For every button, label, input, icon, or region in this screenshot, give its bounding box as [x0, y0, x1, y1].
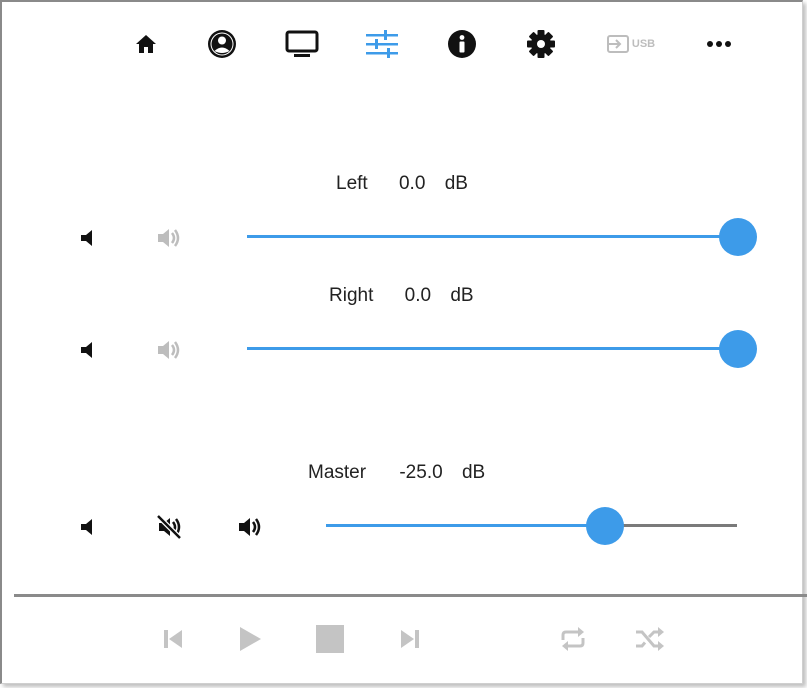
channel-name: Right [329, 285, 374, 306]
play-button[interactable] [235, 622, 265, 656]
slider-fill [247, 347, 738, 350]
nav-info[interactable] [445, 24, 479, 64]
channel-unit: dB [461, 462, 486, 483]
gear-icon [527, 30, 555, 58]
channel-unit: dB [450, 285, 474, 306]
slider-thumb[interactable] [719, 218, 757, 256]
info-icon [448, 30, 476, 58]
channel-name: Left [336, 173, 368, 194]
right-volume-up-button[interactable] [151, 332, 187, 368]
right-channel-label: Right 0.0 dB [329, 285, 474, 307]
repeat-button[interactable] [556, 622, 590, 656]
channel-value: -25.0 [399, 462, 443, 483]
next-icon [401, 630, 419, 648]
top-nav: USB [0, 24, 807, 64]
volume-low-icon [81, 519, 92, 535]
monitor-icon [285, 30, 319, 57]
slider-thumb[interactable] [719, 330, 757, 368]
channel-unit: dB [444, 173, 468, 194]
transport-divider [14, 594, 807, 597]
right-volume-down-button[interactable] [70, 332, 106, 368]
nav-display[interactable] [284, 24, 320, 64]
stop-icon [316, 625, 344, 653]
home-icon [136, 35, 156, 53]
previous-icon [164, 630, 182, 648]
master-label: Master -25.0 dB [308, 462, 485, 484]
nav-more[interactable] [705, 24, 733, 64]
repeat-icon [561, 627, 585, 651]
play-icon [240, 627, 261, 651]
more-horizontal-icon [707, 41, 731, 47]
left-volume-up-button[interactable] [151, 220, 187, 256]
channel-name: Master [308, 462, 367, 483]
nav-equalizer[interactable] [363, 24, 401, 64]
channel-value: 0.0 [398, 173, 426, 194]
nav-settings[interactable] [525, 24, 557, 64]
account-circle-icon [208, 30, 236, 58]
volume-mute-icon [156, 514, 182, 540]
volume-high-icon [239, 518, 261, 536]
stop-button[interactable] [314, 622, 346, 656]
left-volume-down-button[interactable] [70, 220, 106, 256]
input-icon [606, 35, 629, 53]
sliders-icon [366, 30, 398, 58]
shuffle-button[interactable] [633, 622, 667, 656]
next-button[interactable] [395, 622, 425, 656]
left-channel-slider[interactable] [247, 218, 757, 256]
nav-home[interactable] [131, 24, 161, 64]
slider-fill [247, 235, 738, 238]
input-source-label: USB [631, 38, 656, 50]
left-channel-label: Left 0.0 dB [336, 173, 468, 195]
volume-high-icon [158, 341, 180, 359]
volume-low-icon [81, 342, 92, 358]
master-mute-button[interactable] [151, 509, 187, 545]
channel-value: 0.0 [404, 285, 432, 306]
master-volume-down-button[interactable] [70, 509, 106, 545]
volume-high-icon [158, 229, 180, 247]
nav-input-usb[interactable]: USB [598, 24, 664, 64]
previous-button[interactable] [158, 622, 188, 656]
shuffle-icon [636, 627, 664, 651]
volume-low-icon [81, 230, 92, 246]
slider-fill [326, 524, 606, 527]
slider-thumb[interactable] [586, 507, 625, 545]
right-channel-slider[interactable] [247, 330, 757, 368]
master-volume-up-button[interactable] [232, 509, 268, 545]
master-volume-slider[interactable] [326, 507, 737, 545]
nav-account[interactable] [206, 24, 238, 64]
